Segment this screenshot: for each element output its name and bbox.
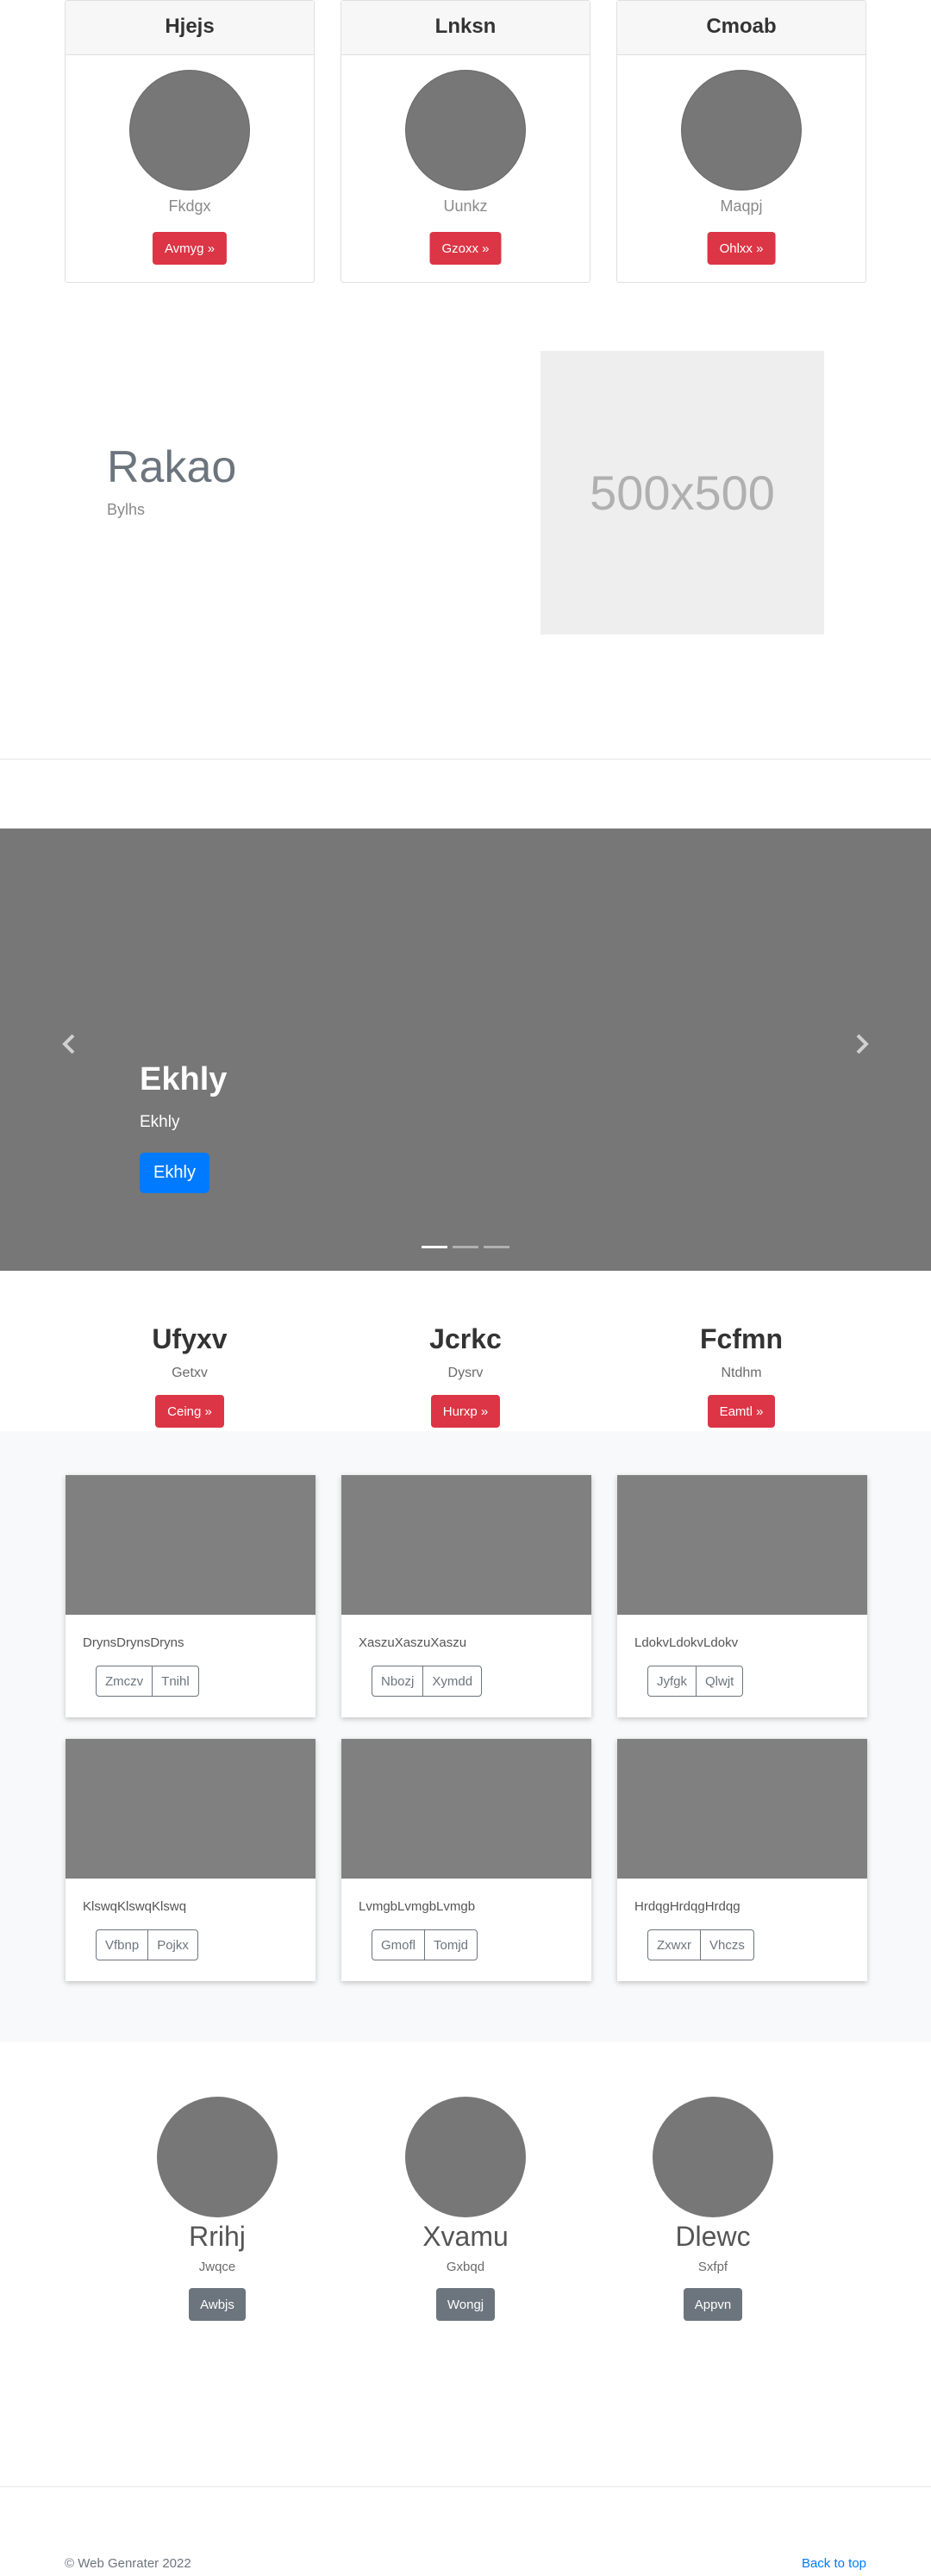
marketing-column: Ufyxv Getxv Ceing »: [103, 1323, 276, 1428]
team-member: Dlewc Sxfpf Appvn: [627, 2097, 799, 2321]
album-button[interactable]: Zxwxr: [647, 1929, 701, 1960]
column-text: Getxv: [172, 1366, 208, 1380]
album-button[interactable]: Gmofl: [372, 1929, 426, 1960]
album-button-group: Nbozj Xymdd: [372, 1666, 483, 1697]
chevron-left-icon[interactable]: [60, 1032, 78, 1061]
footer-copyright: © Web Genrater 2022: [65, 2556, 191, 2571]
album-image: [617, 1475, 867, 1615]
album-button-group: Gmofl Tomjd: [372, 1929, 478, 1960]
pricing-card: Hjejs Fkdgx Avmyg »: [65, 0, 315, 283]
chevron-right-icon[interactable]: [853, 1032, 871, 1061]
card-button[interactable]: Gzoxx »: [429, 232, 502, 265]
member-name: Rrihj: [189, 2221, 246, 2252]
member-role: Gxbqd: [446, 2260, 485, 2274]
album-card-text: LvmgbLvmgbLvmgb: [359, 1899, 476, 1914]
card-button[interactable]: Avmyg »: [152, 232, 228, 265]
album-card: LdokvLdokvLdokv Jyfgk Qlwjt: [617, 1475, 867, 1717]
column-button[interactable]: Ceing »: [155, 1395, 224, 1428]
card-avatar: [129, 70, 250, 191]
team-member: Xvamu Gxbqd Wongj: [379, 2097, 552, 2321]
pricing-card: Lnksn Uunkz Gzoxx »: [341, 0, 590, 283]
card-title: Cmoab: [617, 1, 865, 55]
album-image: [66, 1739, 316, 1879]
column-heading: Jcrkc: [429, 1323, 502, 1354]
card-subtitle: Uunkz: [443, 197, 488, 215]
album-button[interactable]: Zmczv: [96, 1666, 153, 1697]
carousel-caption-text: Ekhly: [140, 1113, 180, 1131]
carousel-indicators: [422, 1246, 509, 1248]
album-image: [617, 1739, 867, 1879]
album-image: [341, 1739, 591, 1879]
pricing-card: Cmoab Maqpj Ohlxx »: [616, 0, 866, 283]
footer-divider: [0, 2486, 931, 2487]
card-subtitle: Maqpj: [720, 197, 763, 215]
album-button[interactable]: Vfbnp: [96, 1929, 149, 1960]
album-button[interactable]: Tomjd: [424, 1929, 478, 1960]
album-button-group: Vfbnp Pojkx: [96, 1929, 198, 1960]
album-card: KlswqKlswqKlswq Vfbnp Pojkx: [66, 1739, 316, 1981]
member-name: Xvamu: [422, 2221, 509, 2252]
album-button[interactable]: Tnihl: [152, 1666, 199, 1697]
album-button[interactable]: Pojkx: [147, 1929, 198, 1960]
marketing-column: Jcrkc Dysrv Hurxp »: [379, 1323, 552, 1428]
member-role: Sxfpf: [697, 2260, 728, 2274]
column-button[interactable]: Eamtl »: [707, 1395, 776, 1428]
section-divider: [0, 759, 931, 760]
feature-subtitle: Bylhs: [107, 501, 146, 518]
member-button[interactable]: Awbjs: [189, 2288, 246, 2321]
placeholder-label: 500x500: [590, 466, 775, 520]
carousel-caption-title: Ekhly: [140, 1061, 228, 1097]
album-card: HrdqgHrdqgHrdqg Zxwxr Vhczs: [617, 1739, 867, 1981]
column-text: Dysrv: [447, 1366, 484, 1380]
member-button[interactable]: Appvn: [683, 2288, 743, 2321]
pricing-cards-row: Hjejs Fkdgx Avmyg » Lnksn Uunkz Gzoxx » …: [65, 0, 866, 283]
card-avatar: [405, 70, 526, 191]
album-image: [66, 1475, 316, 1615]
album-card-text: KlswqKlswqKlswq: [83, 1899, 187, 1914]
marketing-column: Fcfmn Ntdhm Eamtl »: [655, 1323, 828, 1428]
album-image: [341, 1475, 591, 1615]
album-button[interactable]: Xymdd: [422, 1666, 483, 1697]
member-name: Dlewc: [675, 2221, 751, 2252]
placeholder-image: 500x500: [540, 351, 824, 635]
album-button-group: Zxwxr Vhczs: [647, 1929, 754, 1960]
avatar: [405, 2097, 526, 2217]
card-title: Lnksn: [341, 1, 590, 55]
album-card: LvmgbLvmgbLvmgb Gmofl Tomjd: [341, 1739, 591, 1981]
album-button-group: Jyfgk Qlwjt: [647, 1666, 744, 1697]
album-card-text: HrdqgHrdqgHrdqg: [634, 1899, 740, 1914]
back-to-top-link[interactable]: Back to top: [802, 2556, 866, 2571]
card-subtitle: Fkdgx: [168, 197, 211, 215]
card-title: Hjejs: [66, 1, 314, 55]
feature-title: Rakao: [107, 442, 237, 492]
card-button[interactable]: Ohlxx »: [707, 232, 776, 265]
carousel-indicator[interactable]: [422, 1246, 447, 1248]
album-button[interactable]: Jyfgk: [647, 1666, 697, 1697]
album-card-text: LdokvLdokvLdokv: [634, 1635, 739, 1650]
album-button[interactable]: Vhczs: [700, 1929, 754, 1960]
column-button[interactable]: Hurxp »: [430, 1395, 501, 1428]
album-card: DrynsDrynsDryns Zmczv Tnihl: [66, 1475, 316, 1717]
album-card: XaszuXaszuXaszu Nbozj Xymdd: [341, 1475, 591, 1717]
member-role: Jwqce: [198, 2260, 236, 2274]
member-button[interactable]: Wongj: [435, 2288, 496, 2321]
card-avatar: [681, 70, 802, 191]
album-button-group: Zmczv Tnihl: [96, 1666, 199, 1697]
column-heading: Fcfmn: [700, 1323, 783, 1354]
carousel-indicator[interactable]: [453, 1246, 478, 1248]
carousel: Ekhly Ekhly Ekhly: [0, 828, 931, 1271]
album-button[interactable]: Qlwjt: [696, 1666, 744, 1697]
carousel-indicator[interactable]: [484, 1246, 509, 1248]
album-button[interactable]: Nbozj: [372, 1666, 424, 1697]
avatar: [653, 2097, 773, 2217]
team-member: Rrihj Jwqce Awbjs: [131, 2097, 303, 2321]
album-section: DrynsDrynsDryns Zmczv Tnihl XaszuXaszuXa…: [0, 1431, 931, 2042]
avatar: [157, 2097, 278, 2217]
album-card-text: XaszuXaszuXaszu: [359, 1635, 467, 1650]
column-text: Ntdhm: [721, 1366, 762, 1380]
carousel-button[interactable]: Ekhly: [140, 1153, 209, 1193]
column-heading: Ufyxv: [152, 1323, 228, 1354]
album-card-text: DrynsDrynsDryns: [83, 1635, 184, 1650]
